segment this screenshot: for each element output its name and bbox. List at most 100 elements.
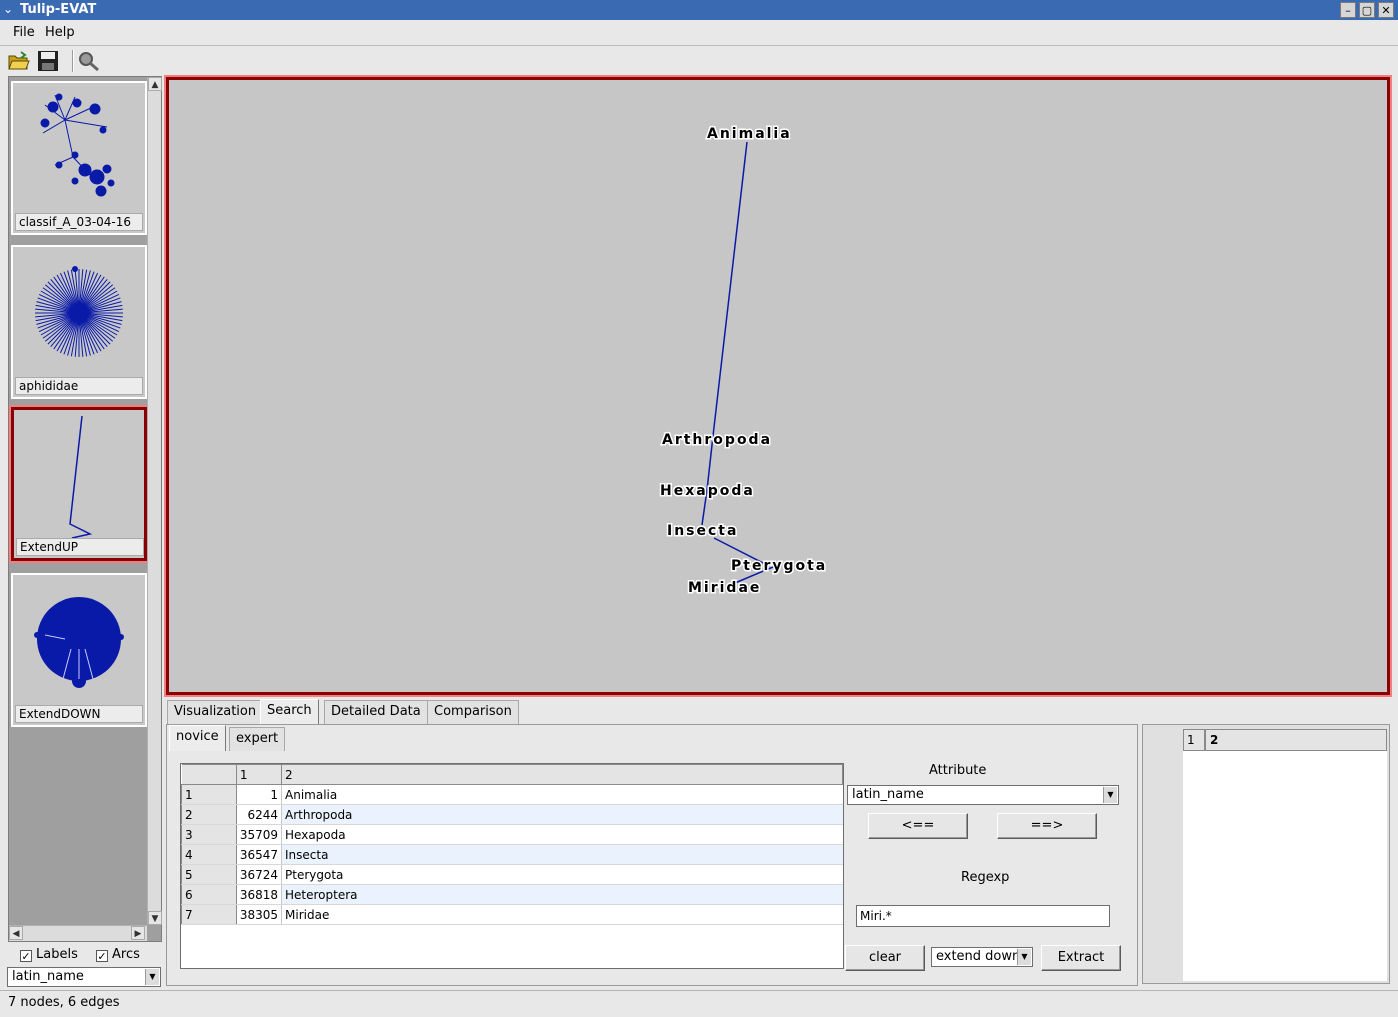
menu-help[interactable]: Help bbox=[45, 25, 75, 40]
scroll-right-icon[interactable]: ▶ bbox=[131, 926, 145, 940]
graph-label: aphididae bbox=[15, 377, 143, 395]
table-row[interactable]: 5 36724 Pterygota bbox=[181, 864, 843, 885]
column-header[interactable]: 2 bbox=[281, 764, 843, 785]
row-header[interactable]: 6 bbox=[181, 884, 237, 905]
column-header[interactable]: 1 bbox=[1183, 729, 1205, 751]
search-attribute-select[interactable]: latin_name ▼ bbox=[847, 785, 1119, 805]
graph-thumb-extenddown[interactable]: ExtendDOWN bbox=[11, 573, 147, 727]
scroll-left-icon[interactable]: ◀ bbox=[9, 926, 23, 940]
cell-id[interactable]: 36547 bbox=[236, 844, 283, 865]
window-title: Tulip-EVAT bbox=[20, 2, 97, 17]
row-header[interactable]: 5 bbox=[181, 864, 237, 885]
cell-id[interactable]: 36724 bbox=[236, 864, 283, 885]
search-magnifier-icon[interactable] bbox=[77, 50, 101, 72]
cell-id[interactable]: 6244 bbox=[236, 804, 283, 825]
chevron-down-icon: ▼ bbox=[1017, 949, 1031, 965]
tab-visualization[interactable]: Visualization bbox=[167, 700, 264, 724]
table-row[interactable]: 3 35709 Hexapoda bbox=[181, 824, 843, 845]
cell-id[interactable]: 1 bbox=[236, 784, 283, 805]
tab-detailed-data[interactable]: Detailed Data bbox=[324, 700, 428, 724]
graph-preview bbox=[35, 266, 123, 357]
graph-list-panel: classif_A_03-04-16 aphididae ExtendUP Ex… bbox=[8, 76, 162, 942]
status-text: 7 nodes, 6 edges bbox=[8, 995, 120, 1010]
window-menu-icon[interactable]: ⌄ bbox=[3, 2, 17, 16]
attribute-select[interactable]: latin_name ▼ bbox=[7, 967, 161, 987]
results-table-frame: 1 2 1 1 Animalia 2 6244 Arthropoda 3 35709 Hexap… bbox=[180, 763, 844, 969]
graph-label: ExtendDOWN bbox=[15, 705, 143, 723]
save-icon[interactable] bbox=[36, 50, 60, 72]
labels-checkbox[interactable]: ✓ Labels bbox=[20, 947, 78, 962]
table-row[interactable]: 7 38305 Miridae bbox=[181, 904, 843, 925]
minimize-icon[interactable]: – bbox=[1340, 2, 1356, 18]
scroll-up-icon[interactable]: ▲ bbox=[148, 77, 162, 91]
clear-button[interactable]: clear bbox=[845, 945, 925, 971]
graph-thumb-extendup[interactable]: ExtendUP bbox=[11, 407, 147, 561]
cell-id[interactable]: 36818 bbox=[236, 884, 283, 905]
tab-search[interactable]: Search bbox=[260, 699, 319, 725]
node-label[interactable]: Arthropoda bbox=[661, 431, 772, 450]
node-label[interactable]: Animalia bbox=[706, 125, 792, 144]
vertical-scrollbar[interactable]: ▲ ▼ bbox=[147, 77, 162, 925]
row-header[interactable]: 2 bbox=[181, 804, 237, 825]
node-label[interactable]: Hexapoda bbox=[659, 482, 755, 501]
scroll-down-icon[interactable]: ▼ bbox=[148, 911, 162, 925]
table-row[interactable]: 1 1 Animalia bbox=[181, 784, 843, 805]
extend-mode-value: extend down bbox=[936, 949, 1021, 964]
move-left-button[interactable]: <== bbox=[868, 813, 968, 839]
node-label[interactable]: Insecta bbox=[666, 522, 738, 541]
close-icon[interactable]: ✕ bbox=[1378, 2, 1394, 18]
result-graph-table-panel: 1 2 bbox=[1142, 724, 1390, 984]
cell-name[interactable]: Arthropoda bbox=[281, 804, 843, 825]
regexp-input[interactable]: Miri.* bbox=[856, 905, 1110, 927]
table-row[interactable]: 4 36547 Insecta bbox=[181, 844, 843, 865]
checkbox-check-icon: ✓ bbox=[96, 950, 108, 963]
cell-name[interactable]: Animalia bbox=[281, 784, 843, 805]
labels-checkbox-label: Labels bbox=[36, 947, 78, 962]
graph-thumb-classif[interactable]: classif_A_03-04-16 bbox=[11, 81, 147, 235]
title-bar: ⌄ Tulip-EVAT – ▢ ✕ bbox=[0, 0, 1398, 20]
graph-label: classif_A_03-04-16 bbox=[15, 213, 143, 231]
subtab-expert[interactable]: expert bbox=[229, 727, 286, 751]
row-header[interactable]: 4 bbox=[181, 844, 237, 865]
toolbar bbox=[0, 46, 1398, 76]
attribute-select-value: latin_name bbox=[12, 969, 84, 984]
move-right-button[interactable]: ==> bbox=[997, 813, 1097, 839]
graph-label: ExtendUP bbox=[16, 538, 144, 556]
horizontal-scrollbar[interactable]: ◀ ▶ bbox=[9, 925, 147, 941]
extend-mode-select[interactable]: extend down ▼ bbox=[931, 947, 1033, 967]
graph-canvas[interactable]: Animalia Arthropoda Hexapoda Insecta Pte… bbox=[166, 77, 1390, 695]
graph-preview bbox=[69, 415, 93, 538]
results-table: 1 2 1 1 Animalia 2 6244 Arthropoda 3 35709 Hexap… bbox=[181, 764, 843, 925]
subtab-novice[interactable]: novice bbox=[169, 725, 226, 751]
regexp-label: Regexp bbox=[961, 870, 1010, 885]
cell-name[interactable]: Insecta bbox=[281, 844, 843, 865]
cell-name[interactable]: Hexapoda bbox=[281, 824, 843, 845]
extract-button[interactable]: Extract bbox=[1041, 945, 1121, 971]
node-label[interactable]: Pterygota bbox=[730, 557, 827, 576]
table-row[interactable]: 6 36818 Heteroptera bbox=[181, 884, 843, 905]
cell-name[interactable]: Heteroptera bbox=[281, 884, 843, 905]
row-header[interactable]: 1 bbox=[181, 784, 237, 805]
tab-comparison[interactable]: Comparison bbox=[427, 700, 519, 724]
cell-name[interactable]: Pterygota bbox=[281, 864, 843, 885]
node bbox=[69, 303, 89, 323]
column-header[interactable]: 1 bbox=[235, 764, 283, 785]
edge bbox=[712, 141, 748, 437]
arcs-checkbox[interactable]: ✓ Arcs bbox=[96, 947, 140, 962]
checkbox-check-icon: ✓ bbox=[20, 950, 32, 963]
row-header[interactable]: 3 bbox=[181, 824, 237, 845]
arcs-checkbox-label: Arcs bbox=[112, 947, 140, 962]
cell-name[interactable]: Miridae bbox=[281, 904, 843, 925]
open-folder-icon[interactable] bbox=[7, 50, 31, 72]
table-row[interactable]: 2 6244 Arthropoda bbox=[181, 804, 843, 825]
search-attribute-value: latin_name bbox=[852, 787, 924, 802]
maximize-icon[interactable]: ▢ bbox=[1359, 2, 1375, 18]
column-header[interactable]: 2 bbox=[1205, 729, 1387, 751]
graph-thumb-aphididae[interactable]: aphididae bbox=[11, 245, 147, 399]
menu-file[interactable]: File bbox=[13, 25, 35, 40]
node-label[interactable]: Miridae bbox=[687, 579, 761, 598]
cell-id[interactable]: 38305 bbox=[236, 904, 283, 925]
row-header[interactable]: 7 bbox=[181, 904, 237, 925]
menu-bar: File Help bbox=[0, 20, 1398, 46]
cell-id[interactable]: 35709 bbox=[236, 824, 283, 845]
